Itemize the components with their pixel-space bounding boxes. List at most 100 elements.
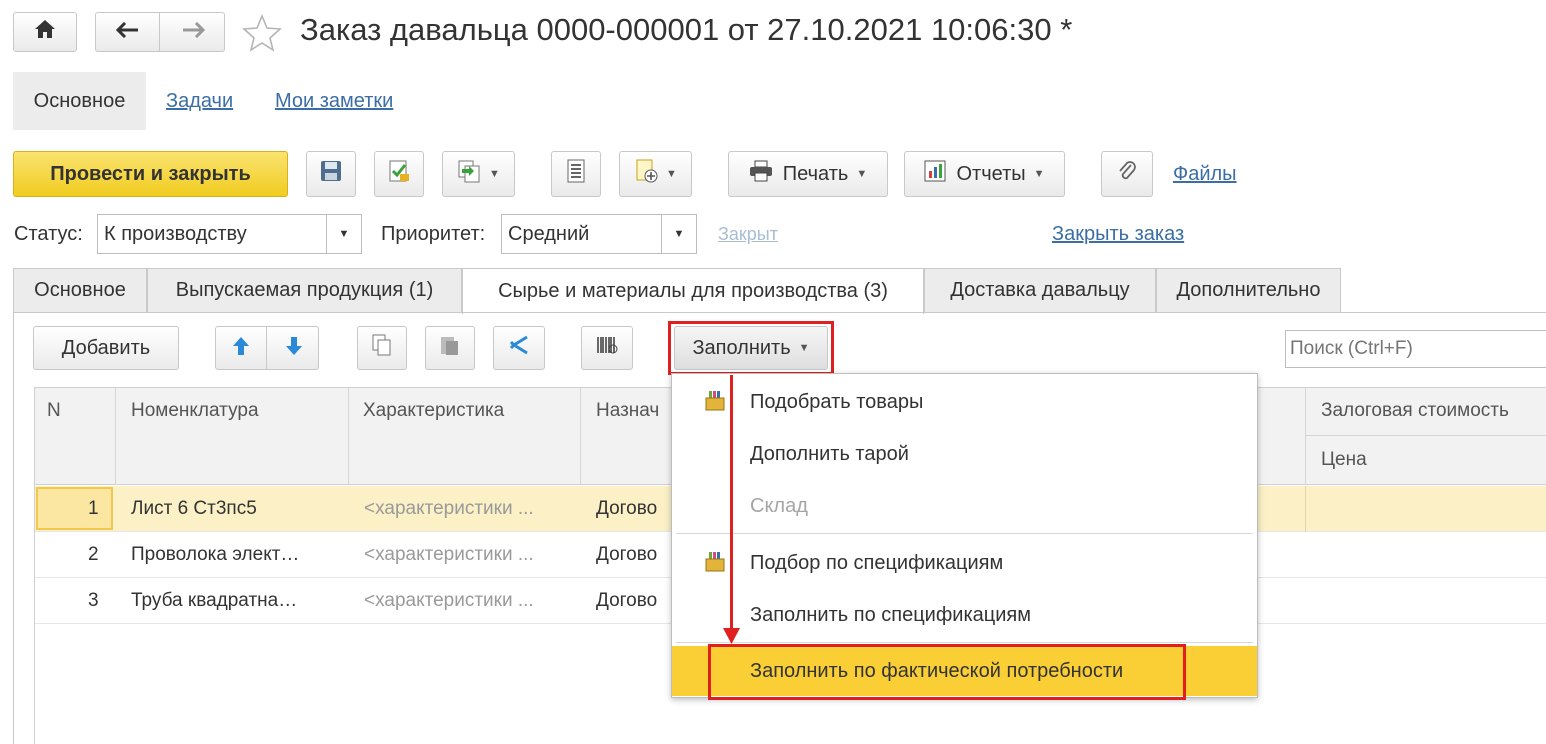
document-structure-button[interactable] [551, 151, 601, 197]
add-row-button[interactable]: Добавить [33, 326, 179, 370]
history-nav [95, 12, 225, 52]
tab-output-products[interactable]: Выпускаемая продукция (1) [147, 268, 462, 312]
list-icon [567, 159, 585, 189]
move-buttons-group [215, 326, 319, 370]
row-number: 1 [88, 498, 99, 519]
tab-label: Дополнительно [1176, 279, 1321, 301]
reports-button[interactable]: Отчеты ▼ [904, 151, 1065, 197]
home-button[interactable] [13, 12, 77, 52]
column-header-item[interactable]: Номенклатура [131, 400, 259, 422]
priority-select[interactable]: Средний ▼ [501, 214, 697, 254]
section-main[interactable]: Основное [13, 72, 146, 130]
chevron-down-icon: ▼ [489, 168, 500, 180]
menu-separator [676, 642, 1253, 643]
create-based-on-button[interactable]: ▼ [442, 151, 515, 197]
menu-item-label: Склад [750, 494, 808, 517]
tab-label: Сырье и материалы для производства (3) [498, 280, 888, 302]
move-down-button[interactable] [268, 327, 319, 369]
tab-raw-materials[interactable]: Сырье и материалы для производства (3) [462, 268, 924, 314]
reports-label: Отчеты [956, 162, 1026, 185]
column-divider [115, 387, 116, 485]
menu-item-label: Подобрать товары [750, 390, 924, 413]
menu-item-label: Подбор по спецификациям [750, 551, 1004, 574]
search-input[interactable] [1285, 330, 1546, 368]
barcode-button[interactable] [581, 326, 633, 370]
favorite-star-icon[interactable] [242, 13, 282, 52]
tab-label: Основное [34, 279, 126, 301]
forward-button[interactable] [161, 13, 225, 51]
column-header-deposit[interactable]: Залоговая стоимость [1321, 400, 1509, 422]
status-label: Статус: [14, 223, 83, 245]
column-header-n[interactable]: N [47, 400, 61, 422]
close-order-link[interactable]: Закрыть заказ [1052, 223, 1184, 246]
column-divider [348, 387, 349, 485]
print-button[interactable]: Печать ▼ [728, 151, 888, 197]
chevron-down-icon: ▼ [1033, 168, 1045, 180]
section-main-label: Основное [33, 89, 126, 112]
tab-panel-border [13, 312, 1546, 313]
post-and-close-button[interactable]: Провести и закрыть [13, 151, 288, 197]
tab-delivery[interactable]: Доставка давальцу [924, 268, 1156, 312]
home-icon [34, 19, 56, 45]
printer-icon [749, 160, 773, 188]
branch-arrow-icon [507, 334, 531, 362]
post-button[interactable] [374, 151, 424, 197]
dropdown-arrow-icon[interactable]: ▼ [326, 215, 361, 253]
menu-item-label: Дополнить тарой [750, 442, 909, 465]
selection-basket-icon [704, 551, 726, 579]
copy-icon [372, 334, 392, 362]
annotation-highlight-frame [708, 644, 1186, 700]
row-purpose: Догово [596, 590, 658, 611]
row-characteristic: <характеристики ... [364, 544, 534, 565]
closed-link[interactable]: Закрыт [718, 224, 778, 245]
column-header-purpose[interactable]: Назнач [596, 400, 659, 422]
tab-additional[interactable]: Дополнительно [1156, 268, 1341, 312]
table-left-border [34, 387, 35, 744]
column-header-price[interactable]: Цена [1321, 449, 1367, 471]
tab-main[interactable]: Основное [13, 268, 147, 312]
dropdown-arrow-icon[interactable]: ▼ [661, 215, 696, 253]
save-button[interactable] [306, 151, 356, 197]
tasks-link[interactable]: Задачи [166, 90, 233, 113]
column-divider [580, 387, 581, 485]
status-select[interactable]: К производству ▼ [97, 214, 362, 254]
arrow-right-icon [181, 21, 206, 43]
menu-item-warehouse: Склад [672, 480, 1257, 532]
column-divider [1305, 387, 1306, 485]
menu-separator [676, 533, 1253, 534]
back-button[interactable] [96, 13, 160, 51]
cell-divider [1305, 486, 1306, 532]
floppy-disk-icon [320, 160, 342, 188]
print-label: Печать [782, 162, 849, 185]
menu-item-fill-by-specs[interactable]: Заполнить по спецификациям [672, 589, 1257, 641]
selection-basket-icon [704, 390, 726, 418]
row-characteristic: <характеристики ... [364, 590, 534, 611]
add-document-button[interactable]: ▼ [619, 151, 692, 197]
row-item: Труба квадратна… [131, 590, 298, 611]
menu-item-add-container[interactable]: Дополнить тарой [672, 428, 1257, 480]
row-item: Лист 6 Ст3пс5 [131, 498, 257, 519]
status-value: К производству [104, 222, 247, 245]
row-item: Проволока элект… [131, 544, 300, 565]
row-purpose: Догово [596, 544, 658, 565]
annotation-arrow-line [730, 375, 733, 633]
share-button[interactable] [493, 326, 545, 370]
attach-files-button[interactable] [1101, 151, 1153, 197]
tab-panel-left-border [13, 312, 14, 744]
post-and-close-label: Провести и закрыть [50, 162, 251, 185]
column-header-characteristic[interactable]: Характеристика [363, 400, 504, 422]
files-link[interactable]: Файлы [1173, 163, 1237, 186]
post-document-icon [387, 159, 411, 189]
notes-link[interactable]: Мои заметки [275, 90, 393, 113]
menu-item-label: Заполнить по спецификациям [750, 603, 1031, 626]
menu-item-select-goods[interactable]: Подобрать товары [672, 376, 1257, 428]
fill-button-highlight-frame [668, 321, 834, 375]
row-number-cell-active[interactable] [36, 487, 113, 530]
menu-item-select-by-specs[interactable]: Подбор по спецификациям [672, 537, 1257, 589]
paste-row-button[interactable] [425, 326, 475, 370]
move-up-button[interactable] [216, 327, 267, 369]
copy-row-button[interactable] [357, 326, 407, 370]
priority-value: Средний [508, 222, 590, 245]
create-based-on-icon [457, 159, 481, 189]
add-row-label: Добавить [61, 336, 151, 359]
